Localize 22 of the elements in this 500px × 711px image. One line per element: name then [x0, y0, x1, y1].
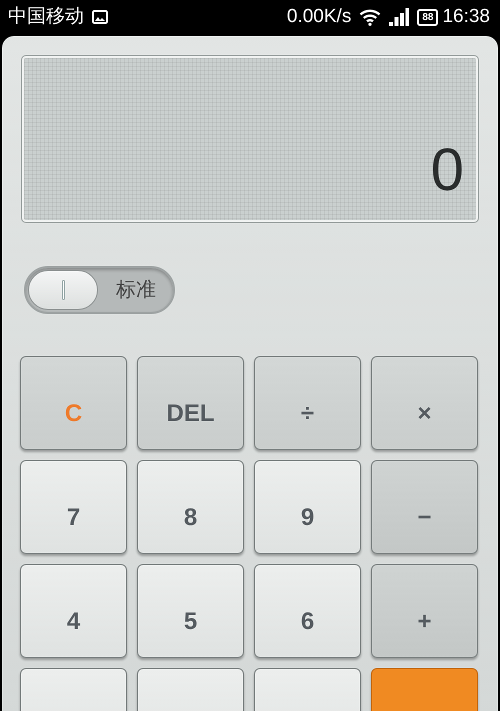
- battery-level: 88: [422, 10, 434, 24]
- calculator-key[interactable]: 8: [137, 460, 244, 554]
- network-speed: 0.00K/s: [286, 4, 352, 29]
- toggle-label: 标准: [116, 278, 156, 303]
- signal-icon: [389, 8, 410, 26]
- calculator-key[interactable]: 5: [137, 564, 244, 658]
- calculator-key[interactable]: +: [371, 564, 478, 658]
- calculator-key[interactable]: 9: [254, 460, 361, 554]
- carrier-name: 中国移动: [8, 4, 84, 29]
- calculator-key[interactable]: −: [371, 460, 478, 554]
- image-notification-icon: [92, 10, 108, 24]
- wifi-icon: [359, 8, 382, 26]
- mode-toggle[interactable]: 标准: [24, 266, 175, 314]
- display-value: 0: [430, 140, 465, 205]
- calculator-key[interactable]: 6: [254, 564, 361, 658]
- calculator-key[interactable]: ×: [371, 356, 478, 450]
- calculator-key[interactable]: ÷: [254, 356, 361, 450]
- clock-time: 16:38: [442, 4, 490, 29]
- calculator-key[interactable]: DEL: [137, 356, 244, 450]
- calculator-key[interactable]: 4: [20, 564, 127, 658]
- calculator-key[interactable]: 7: [20, 460, 127, 554]
- toggle-thumb[interactable]: [28, 270, 98, 310]
